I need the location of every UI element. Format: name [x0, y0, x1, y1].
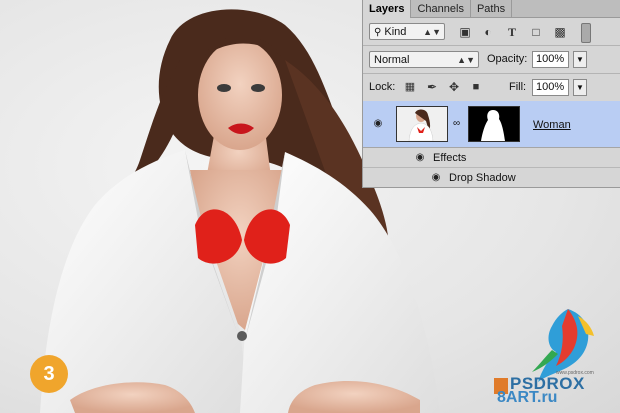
filter-kind-select[interactable]: ⚲ Kind ▲▼ [369, 23, 445, 40]
up-down-arrows-icon: ▲▼ [457, 55, 475, 65]
layer-mask-image [469, 107, 519, 141]
layer-row-woman[interactable]: ◉ ∞ Woman [363, 101, 620, 148]
layer-thumbnail[interactable] [396, 106, 448, 142]
tab-layers[interactable]: Layers [363, 0, 412, 18]
opacity-input[interactable]: 100% [532, 51, 569, 68]
drop-shadow-label: Drop Shadow [449, 172, 516, 184]
layer-name[interactable]: Woman [533, 118, 571, 132]
blend-mode-select[interactable]: Normal ▲▼ [369, 51, 479, 68]
opacity-label: Opacity: [487, 53, 528, 65]
fill-label: Fill: [509, 81, 527, 93]
lock-image-icon[interactable]: ✒ [425, 80, 439, 94]
shape-filter-icon[interactable]: □ [529, 25, 543, 39]
adjustment-filter-icon[interactable]: ◐ [481, 25, 495, 39]
lock-all-icon[interactable]: ■ [469, 80, 483, 94]
blend-row: Normal ▲▼ Opacity: 100% ▼ [363, 46, 620, 74]
lock-label: Lock: [369, 81, 396, 93]
filter-toggle-icon[interactable] [581, 23, 591, 43]
drop-shadow-eye-icon[interactable]: ◉ [429, 173, 443, 183]
effects-eye-icon[interactable]: ◉ [413, 153, 427, 163]
tab-channels[interactable]: Channels [411, 0, 471, 17]
image-filter-icon[interactable]: ▣ [458, 25, 472, 39]
panel-tabs: Layers Channels Paths [363, 0, 620, 18]
drop-shadow-row[interactable]: ◉ Drop Shadow [363, 168, 620, 187]
link-icon[interactable]: ∞ [453, 119, 461, 129]
layers-panel: Layers Channels Paths ⚲ Kind ▲▼ ▣ ◐ T □ … [362, 0, 620, 188]
watermark-site: 8ART.ru [497, 389, 558, 406]
search-icon: ⚲ [374, 27, 382, 38]
smart-object-filter-icon[interactable]: ▩ [553, 25, 567, 39]
lock-transparent-icon[interactable]: ▦ [403, 80, 417, 94]
filter-kind-value: Kind [384, 26, 407, 38]
layer-thumbnail-image [397, 107, 447, 142]
effects-label: Effects [433, 152, 467, 164]
blend-mode-value: Normal [374, 54, 410, 66]
fill-input[interactable]: 100% [532, 79, 569, 96]
up-down-arrows-icon: ▲▼ [423, 27, 441, 37]
tab-paths[interactable]: Paths [471, 0, 513, 17]
fill-dropdown-icon[interactable]: ▼ [573, 79, 587, 96]
effects-row[interactable]: ◉ Effects [363, 148, 620, 168]
lock-position-icon[interactable]: ✥ [447, 80, 461, 94]
visibility-eye-icon[interactable]: ◉ [371, 119, 385, 129]
watermark-small: www.psdrox.com [556, 370, 594, 376]
filter-row: ⚲ Kind ▲▼ ▣ ◐ T □ ▩ [363, 18, 620, 46]
opacity-dropdown-icon[interactable]: ▼ [573, 51, 587, 68]
stage: Layers Channels Paths ⚲ Kind ▲▼ ▣ ◐ T □ … [0, 0, 620, 413]
lock-row: Lock: ▦ ✒ ✥ ■ Fill: 100% ▼ [363, 74, 620, 102]
layer-mask-thumbnail[interactable] [468, 106, 520, 142]
type-filter-icon[interactable]: T [505, 25, 519, 39]
step-badge: 3 [30, 355, 68, 393]
